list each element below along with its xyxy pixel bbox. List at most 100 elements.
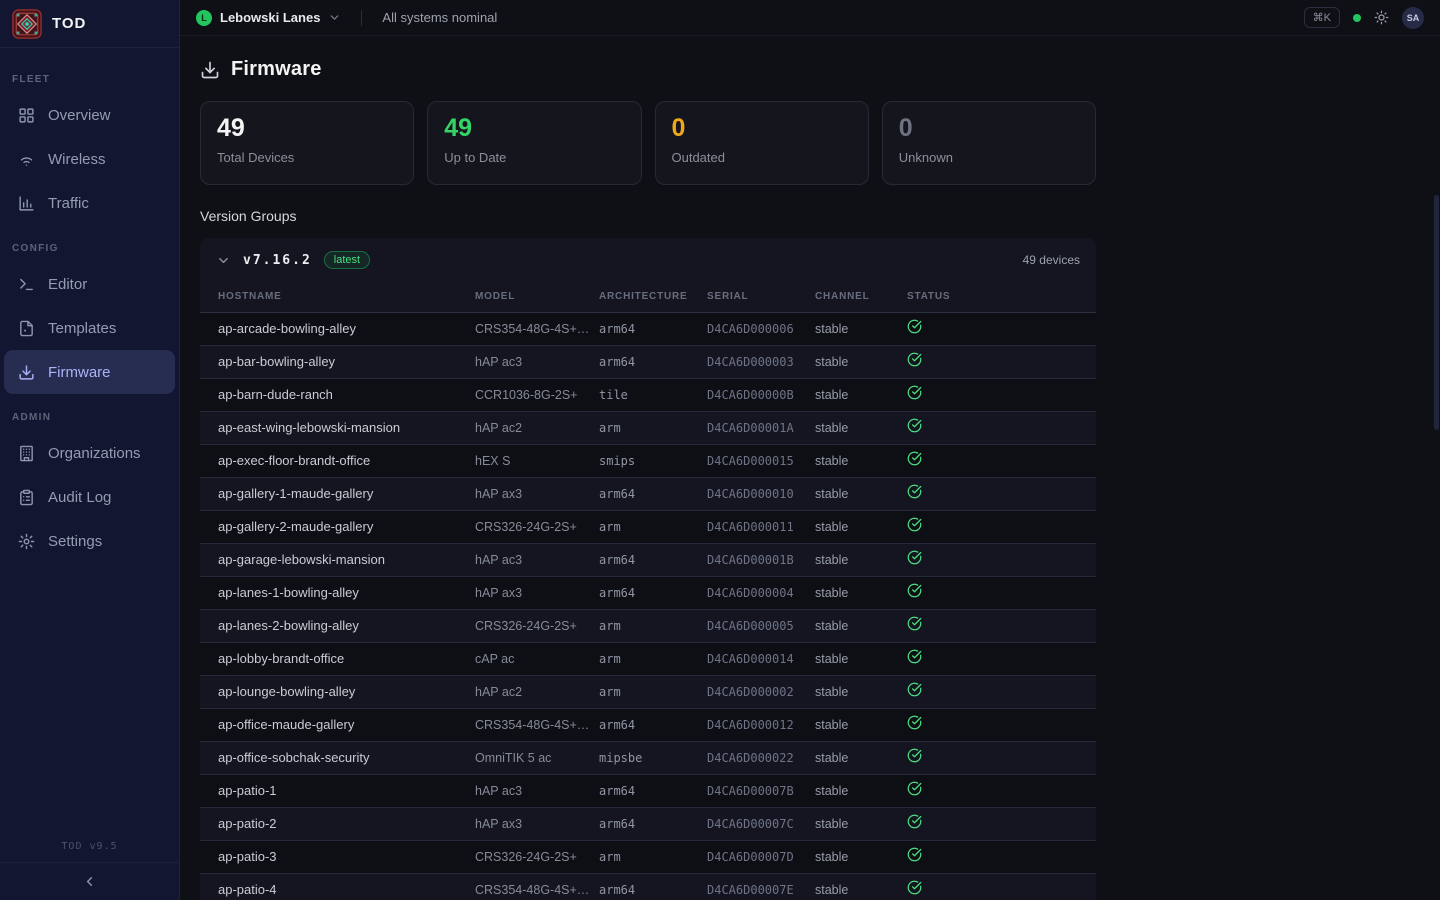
device-row[interactable]: ap-patio-2hAP ax3arm64D4CA6D00007Cstable [200, 807, 1096, 840]
sidebar-item-traffic[interactable]: Traffic [4, 181, 175, 225]
sidebar-item-audit-log[interactable]: Audit Log [4, 475, 175, 519]
hostname-cell: ap-office-maude-gallery [200, 708, 475, 741]
sidebar-item-settings[interactable]: Settings [4, 519, 175, 563]
channel-cell: stable [815, 345, 907, 378]
stat-card-total-devices: 49Total Devices [200, 101, 414, 185]
sidebar-collapse-button[interactable] [0, 863, 179, 900]
app-version: TOD v9.5 [0, 841, 179, 862]
device-row[interactable]: ap-gallery-2-maude-galleryCRS326-24G-2S+… [200, 510, 1096, 543]
command-palette-button[interactable]: ⌘K [1304, 7, 1340, 28]
sidebar-item-label: Settings [48, 533, 102, 550]
column-header-serial: Serial [707, 282, 815, 312]
channel-cell: stable [815, 873, 907, 900]
stat-value: 0 [899, 115, 1079, 143]
hostname-cell: ap-east-wing-lebowski-mansion [200, 411, 475, 444]
channel-cell: stable [815, 840, 907, 873]
column-header-model: Model [475, 282, 599, 312]
device-row[interactable]: ap-garage-lebowski-mansionhAP ac3arm64D4… [200, 543, 1096, 576]
hostname-cell: ap-gallery-1-maude-gallery [200, 477, 475, 510]
device-row[interactable]: ap-patio-3CRS326-24G-2S+armD4CA6D00007Ds… [200, 840, 1096, 873]
device-row[interactable]: ap-lobby-brandt-officecAP acarmD4CA6D000… [200, 642, 1096, 675]
devices-table: HostnameModelArchitectureSerialChannelSt… [200, 282, 1096, 900]
device-row[interactable]: ap-bar-bowling-alleyhAP ac3arm64D4CA6D00… [200, 345, 1096, 378]
gear-icon [18, 533, 35, 550]
sidebar-item-organizations[interactable]: Organizations [4, 431, 175, 475]
channel-cell: stable [815, 807, 907, 840]
app-logo[interactable]: TOD [0, 0, 179, 48]
device-row[interactable]: ap-barn-dude-ranchCCR1036-8G-2S+tileD4CA… [200, 378, 1096, 411]
model-cell: CRS354-48G-4S+… [475, 873, 599, 900]
device-row[interactable]: ap-arcade-bowling-alleyCRS354-48G-4S+…ar… [200, 312, 1096, 345]
rug-logo-icon [12, 9, 42, 39]
model-cell: hAP ac2 [475, 411, 599, 444]
device-row[interactable]: ap-office-sobchak-securityOmniTIK 5 acmi… [200, 741, 1096, 774]
column-header-hostname: Hostname [200, 282, 475, 312]
channel-cell: stable [815, 609, 907, 642]
status-cell [907, 807, 1096, 840]
hostname-cell: ap-gallery-2-maude-gallery [200, 510, 475, 543]
stats-row: 49Total Devices49Up to Date0Outdated0Unk… [200, 101, 1096, 185]
device-row[interactable]: ap-gallery-1-maude-galleryhAP ax3arm64D4… [200, 477, 1096, 510]
sidebar-item-label: Templates [48, 320, 116, 337]
sidebar-item-firmware[interactable]: Firmware [4, 350, 175, 394]
status-cell [907, 411, 1096, 444]
model-cell: hEX S [475, 444, 599, 477]
device-row[interactable]: ap-patio-4CRS354-48G-4S+…arm64D4CA6D0000… [200, 873, 1096, 900]
hostname-cell: ap-lobby-brandt-office [200, 642, 475, 675]
sidebar-item-label: Audit Log [48, 489, 111, 506]
model-cell: CRS326-24G-2S+ [475, 510, 599, 543]
system-status-text: All systems nominal [382, 10, 497, 25]
architecture-cell: arm [599, 642, 707, 675]
circle-check-icon [907, 418, 922, 433]
channel-cell: stable [815, 675, 907, 708]
device-row[interactable]: ap-lounge-bowling-alleyhAP ac2armD4CA6D0… [200, 675, 1096, 708]
status-cell [907, 444, 1096, 477]
device-row[interactable]: ap-lanes-1-bowling-alleyhAP ax3arm64D4CA… [200, 576, 1096, 609]
status-cell [907, 840, 1096, 873]
circle-check-icon [907, 517, 922, 532]
device-row[interactable]: ap-lanes-2-bowling-alleyCRS326-24G-2S+ar… [200, 609, 1096, 642]
device-row[interactable]: ap-exec-floor-brandt-officehEX SsmipsD4C… [200, 444, 1096, 477]
hostname-cell: ap-patio-4 [200, 873, 475, 900]
sidebar-item-overview[interactable]: Overview [4, 93, 175, 137]
serial-cell: D4CA6D000022 [707, 741, 815, 774]
stat-label: Total Devices [217, 150, 397, 165]
version-group-header[interactable]: v7.16.2 latest 49 devices [200, 238, 1096, 282]
main-content: Firmware 49Total Devices49Up to Date0Out… [180, 36, 1440, 900]
architecture-cell: tile [599, 378, 707, 411]
sidebar-item-templates[interactable]: Templates [4, 306, 175, 350]
sidebar-section-admin: ADMIN Organizations Audit Log Settings [0, 412, 179, 563]
architecture-cell: arm64 [599, 807, 707, 840]
channel-cell: stable [815, 543, 907, 576]
device-row[interactable]: ap-east-wing-lebowski-mansionhAP ac2armD… [200, 411, 1096, 444]
hostname-cell: ap-patio-2 [200, 807, 475, 840]
table-header-row: HostnameModelArchitectureSerialChannelSt… [200, 282, 1096, 312]
sidebar-item-editor[interactable]: Editor [4, 262, 175, 306]
model-cell: CRS326-24G-2S+ [475, 840, 599, 873]
hostname-cell: ap-lounge-bowling-alley [200, 675, 475, 708]
user-avatar[interactable]: SA [1402, 7, 1424, 29]
architecture-cell: arm [599, 609, 707, 642]
scrollbar-thumb[interactable] [1434, 195, 1439, 430]
sidebar-nav: FLEETOverviewWirelessTrafficCONFIGEditor… [0, 48, 179, 841]
section-label: CONFIG [0, 243, 179, 254]
status-cell [907, 609, 1096, 642]
theme-toggle-button[interactable] [1374, 10, 1389, 25]
channel-cell: stable [815, 312, 907, 345]
chevron-left-icon [82, 874, 97, 889]
serial-cell: D4CA6D00001B [707, 543, 815, 576]
section-label: ADMIN [0, 412, 179, 423]
org-switcher[interactable]: L Lebowski Lanes [196, 10, 341, 26]
terminal-icon [18, 276, 35, 293]
status-cell [907, 345, 1096, 378]
hostname-cell: ap-arcade-bowling-alley [200, 312, 475, 345]
device-row[interactable]: ap-office-maude-galleryCRS354-48G-4S+…ar… [200, 708, 1096, 741]
circle-check-icon [907, 319, 922, 334]
model-cell: CRS354-48G-4S+… [475, 312, 599, 345]
model-cell: CRS354-48G-4S+… [475, 708, 599, 741]
sidebar-item-wireless[interactable]: Wireless [4, 137, 175, 181]
sidebar-item-label: Editor [48, 276, 87, 293]
circle-check-icon [907, 484, 922, 499]
model-cell: CCR1036-8G-2S+ [475, 378, 599, 411]
device-row[interactable]: ap-patio-1hAP ac3arm64D4CA6D00007Bstable [200, 774, 1096, 807]
